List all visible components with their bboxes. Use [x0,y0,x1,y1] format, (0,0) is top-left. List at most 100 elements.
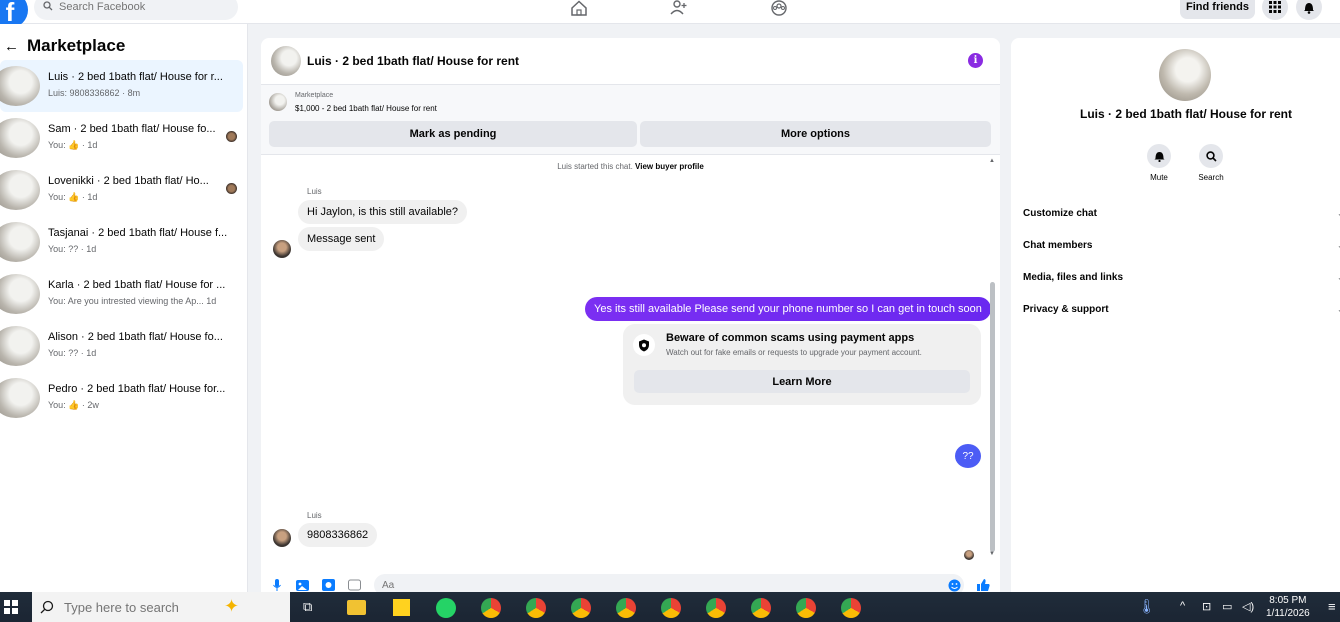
chrome-icon[interactable] [526,598,546,618]
like-thumb-icon[interactable] [976,578,990,592]
listing-banner: Marketplace $1,000 - 2 bed 1bath flat/ H… [261,85,1000,155]
chat-members-row[interactable]: Chat members [1023,240,1092,251]
taskbar-clock[interactable]: 8:05 PM 1/11/2026 [1266,594,1310,620]
listing-avatar [0,222,40,262]
windows-start-icon[interactable] [4,600,18,614]
search-icon [43,0,53,14]
incoming-message[interactable]: Hi Jaylon, is this still available? [298,200,468,224]
find-friends-button[interactable]: Find friends [1180,0,1255,19]
mark-as-pending-button[interactable]: Mark as pending [269,121,637,147]
chevron-up-icon[interactable]: ^ [1180,600,1185,612]
chrome-icon[interactable] [796,598,816,618]
outgoing-message[interactable]: Yes its still available Please send your… [585,297,991,321]
sender-avatar[interactable] [273,240,291,258]
chrome-icon[interactable] [751,598,771,618]
chrome-icon[interactable] [706,598,726,618]
info-icon[interactable]: i [968,53,983,68]
chat-title[interactable]: Luis · 2 bed 1bath flat/ House for rent [307,54,519,68]
conversation-name: Pedro · 2 bed 1bath flat/ House for... [48,383,226,395]
listing-avatar [0,274,40,314]
windows-taskbar: ✦ ⧉ 🌡 ^ ⊡ ▭ ◁) 8:05 PM 1/11/2026 ≡ [0,592,1340,622]
whatsapp-icon[interactable] [436,598,456,618]
groups-icon[interactable] [770,0,788,16]
clock-date: 1/11/2026 [1266,608,1310,619]
back-arrow-icon[interactable]: ← [4,38,19,55]
conversation-item[interactable]: Alison · 2 bed 1bath flat/ House fo... Y… [0,320,243,372]
chrome-icon[interactable] [571,598,591,618]
conversation-item[interactable]: Pedro · 2 bed 1bath flat/ House for... Y… [0,372,243,424]
listing-avatar [0,66,40,106]
sidebar-header: ← Marketplace [4,36,125,56]
mute-button[interactable] [1147,144,1171,168]
chrome-icon[interactable] [661,598,681,618]
photo-icon[interactable] [295,578,309,592]
menu-grid-icon[interactable] [1262,0,1288,20]
thermometer-icon[interactable]: 🌡 [1138,598,1156,615]
emoji-icon[interactable] [947,578,961,592]
sticky-notes-icon[interactable] [393,599,410,616]
facebook-search-box[interactable] [34,0,238,20]
bell-icon[interactable] [1296,0,1322,20]
scroll-up-arrow-icon[interactable]: ▲ [989,158,995,164]
facebook-search-input[interactable] [59,1,219,13]
sender-name: Luis [307,187,322,196]
conversation-name: Luis · 2 bed 1bath flat/ House for r... [48,71,223,83]
sparkle-icon[interactable]: ✦ [224,596,239,617]
conversation-item[interactable]: Tasjanai · 2 bed 1bath flat/ House f... … [0,216,243,268]
sidebar-title: Marketplace [27,36,126,55]
notifications-icon[interactable]: ≡ [1328,599,1336,614]
gif-icon[interactable] [347,578,361,592]
incoming-message[interactable]: 9808336862 [298,523,378,547]
customize-chat-row[interactable]: Customize chat [1023,208,1097,219]
chat-scrollbar[interactable]: ▲ ▼ [988,158,997,558]
friends-icon[interactable] [670,0,688,16]
microphone-icon[interactable] [270,578,284,592]
read-receipt-avatar [964,550,974,560]
task-view-icon[interactable]: ⧉ [303,599,312,615]
conversation-name: Sam · 2 bed 1bath flat/ House fo... [48,123,216,135]
conversation-preview: You: 👍 · 1d [48,192,98,202]
privacy-support-row[interactable]: Privacy & support [1023,304,1109,315]
home-icon[interactable] [570,0,588,16]
chrome-icon[interactable] [616,598,636,618]
conversation-name: Alison · 2 bed 1bath flat/ House fo... [48,331,223,343]
search-icon [40,600,54,614]
volume-icon[interactable]: ◁) [1242,600,1254,613]
more-options-button[interactable]: More options [640,121,991,147]
scrollbar-thumb[interactable] [990,282,995,552]
chat-header: Luis · 2 bed 1bath flat/ House for rent … [261,38,1000,85]
conversation-item[interactable]: Luis · 2 bed 1bath flat/ House for r... … [0,60,243,112]
media-files-links-row[interactable]: Media, files and links [1023,272,1123,283]
profile-avatar[interactable] [1159,49,1211,101]
conversation-item[interactable]: Karla · 2 bed 1bath flat/ House for ... … [0,268,243,320]
listing-label: Marketplace [295,92,334,99]
taskbar-search-input[interactable] [64,599,204,615]
conversation-item[interactable]: Lovenikki · 2 bed 1bath flat/ Ho... You:… [0,164,243,216]
search-in-chat-button[interactable] [1199,144,1223,168]
incoming-message[interactable]: Message sent [298,227,385,251]
listing-thumbnail[interactable] [269,93,287,111]
display-icon[interactable]: ▭ [1222,600,1232,613]
clock-time: 8:05 PM [1269,595,1307,606]
message-input[interactable] [374,574,964,592]
scam-warning-description: Watch out for fake emails or requests to… [666,348,922,357]
sender-name: Luis [307,511,322,520]
marketplace-sidebar: ← Marketplace Luis · 2 bed 1bath flat/ H… [0,24,248,592]
chrome-icon[interactable] [841,598,861,618]
taskbar-search[interactable]: ✦ [32,592,290,622]
listing-price[interactable]: $1,000 - 2 bed 1bath flat/ House for ren… [295,104,437,113]
conversation-preview: You: 👍 · 2w [48,400,99,410]
view-buyer-profile-link[interactable]: View buyer profile [635,162,704,171]
sender-avatar[interactable] [273,529,291,547]
file-explorer-icon[interactable] [347,600,366,615]
scroll-down-arrow-icon[interactable]: ▼ [989,551,995,557]
chrome-icon[interactable] [481,598,501,618]
learn-more-button[interactable]: Learn More [634,370,970,393]
search-icon [1205,150,1217,162]
conversation-item[interactable]: Sam · 2 bed 1bath flat/ House fo... You:… [0,112,243,164]
conversation-name: Lovenikki · 2 bed 1bath flat/ Ho... [48,175,209,187]
sticker-icon[interactable] [321,578,335,592]
network-icon[interactable]: ⊡ [1202,600,1211,613]
chat-avatar[interactable] [271,46,301,76]
outgoing-message[interactable]: ?? [955,444,981,468]
